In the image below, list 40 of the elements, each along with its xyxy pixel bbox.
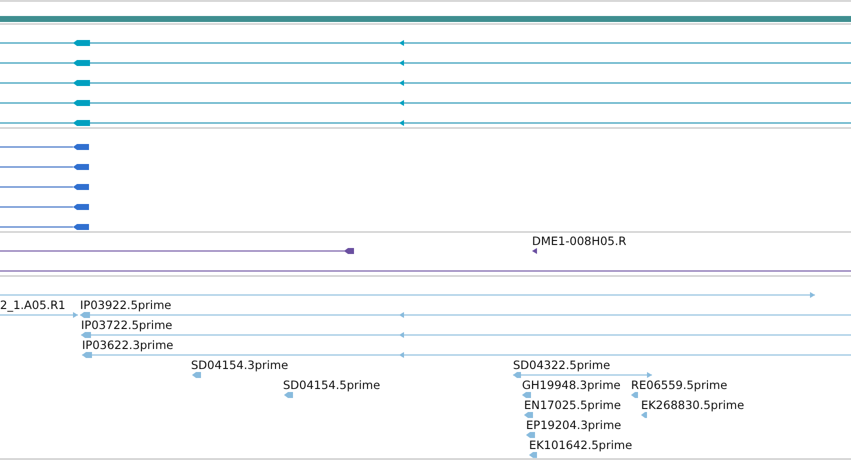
feature-label: IP03622.3prime [82,338,174,352]
est-feature[interactable] [192,372,201,378]
transcript-feature[interactable] [0,60,851,66]
transcript-feature[interactable] [0,40,851,46]
est-feature[interactable] [82,352,851,358]
feature-label: 2_1.A05.R1 [0,298,66,312]
feature-label: EK101642.5prime [529,438,632,452]
transcript-feature[interactable] [0,100,851,106]
est-feature[interactable] [0,312,78,318]
cdna-feature[interactable] [0,248,354,254]
transcript-feature[interactable] [0,80,851,86]
feature-label: SD04154.5prime [283,378,380,392]
est-feature[interactable] [0,292,816,298]
feature-label: RE06559.5prime [631,378,728,392]
est-feature[interactable] [512,372,652,378]
cds-feature[interactable] [0,184,89,190]
est-feature[interactable] [522,392,531,398]
cds-feature[interactable] [0,164,89,170]
feature-label: IP03922.5prime [80,298,172,312]
est-feature[interactable] [80,332,851,338]
feature-label: EN17025.5prime [524,398,621,412]
cds-feature[interactable] [0,204,89,210]
feature-label: GH19948.3prime [522,378,621,392]
est-feature[interactable] [284,392,293,398]
est-feature[interactable] [80,312,851,318]
est-feature[interactable] [631,392,638,398]
cds-feature[interactable] [0,144,89,150]
est-feature[interactable] [529,452,537,458]
est-feature[interactable] [526,432,535,438]
est-feature[interactable] [524,412,533,418]
feature-label: SD04322.5prime [513,358,610,372]
est-feature[interactable] [641,412,647,418]
arrowhead-icon [532,248,537,254]
transcript-feature[interactable] [0,120,851,126]
feature-label: SD04154.3prime [191,358,288,372]
cds-feature[interactable] [0,224,89,230]
feature-label: IP03722.5prime [81,318,172,332]
feature-label: EK268830.5prime [641,398,744,412]
feature-label: DME1-008H05.R [532,234,626,248]
feature-label: EP19204.3prime [526,418,622,432]
